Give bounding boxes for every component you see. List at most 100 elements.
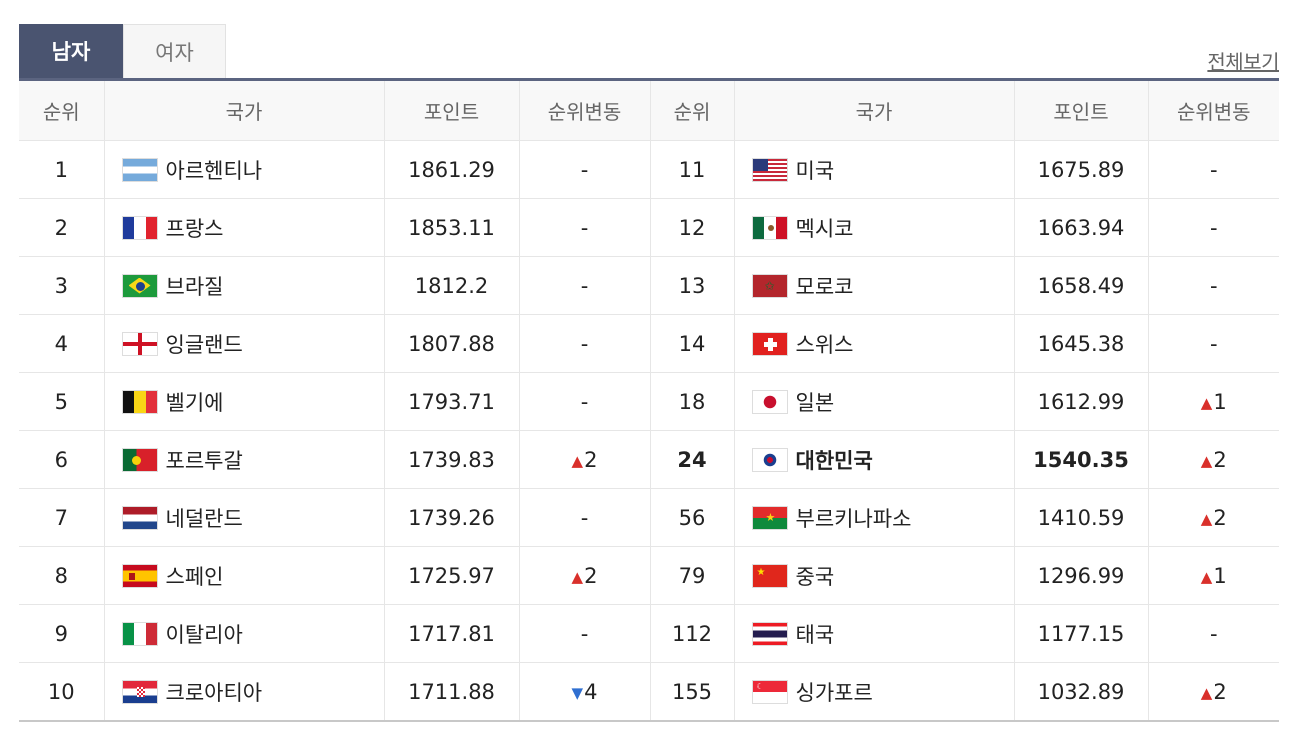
table-row: 7 네덜란드 1739.26-56 ★ 부르키나파소 1410.59 ▲2 [19,488,1279,547]
rank-cell: 12 [650,198,735,257]
china-flag-icon: ★ [751,563,788,588]
italy-flag-icon [121,621,158,646]
rank-cell: 2 [19,198,105,257]
rank-change-cell: ▲2 [519,430,651,489]
rank-change-cell: - [519,140,651,199]
col-rank: 순위 [19,81,105,141]
country-name: 모로코 [795,274,854,299]
country-name: 대한민국 [795,448,873,473]
rank-change-cell: ▲2 [1148,662,1279,722]
country-cell[interactable]: 스페인 [104,546,385,605]
rank-change-cell: ▲2 [1148,430,1279,489]
country-name: 아르헨티나 [165,158,263,183]
points-cell: 1717.81 [384,604,520,663]
points-cell: 1812.2 [384,256,520,315]
country-cell[interactable]: 스위스 [734,314,1015,373]
country-name: 일본 [795,390,835,415]
rank-change-cell: ▲2 [1148,488,1279,547]
col-points: 포인트 [1014,81,1149,141]
country-name: 미국 [795,158,835,183]
tab-women[interactable]: 여자 [123,24,226,78]
rank-change-value: - [580,389,589,414]
country-name: 벨기에 [165,390,224,415]
rank-change-value: - [580,273,589,298]
country-cell[interactable]: 잉글랜드 [104,314,385,373]
country-cell[interactable]: ★ 부르키나파소 [734,488,1015,547]
points-cell: 1296.99 [1014,546,1149,605]
tab-men[interactable]: 남자 [19,24,123,78]
rank-change-cell: ▼4 [519,662,651,722]
rank-cell: 14 [650,314,735,373]
netherlands-flag-icon [121,505,158,530]
points-cell: 1540.35 [1014,430,1149,489]
table-row: 10 크로아티아 1711.88 ▼4 155 ☾ 싱가포르 1032.89 ▲2 [19,662,1279,722]
england-flag-icon [121,331,158,356]
col-rank-change: 순위변동 [1148,81,1279,141]
rank-change-cell: - [1148,604,1279,663]
mexico-flag-icon [751,215,788,240]
rank-cell: 6 [19,430,105,489]
points-cell: 1410.59 [1014,488,1149,547]
country-name: 네덜란드 [165,506,243,531]
country-cell[interactable]: 프랑스 [104,198,385,257]
country-name: 스위스 [795,332,854,357]
usa-flag-icon [751,157,788,182]
country-cell[interactable]: 대한민국 [734,430,1015,489]
rank-cell: 9 [19,604,105,663]
arrow-up-icon: ▲ [1200,451,1213,470]
rank-change-value: 2 [1213,505,1227,530]
points-cell: 1177.15 [1014,604,1149,663]
country-cell[interactable]: 아르헨티나 [104,140,385,199]
rank-change-value: - [1209,215,1218,240]
col-rank-change: 순위변동 [519,81,651,141]
col-points: 포인트 [384,81,520,141]
points-cell: 1658.49 [1014,256,1149,315]
country-cell[interactable]: 포르투갈 [104,430,385,489]
table-row: 5 벨기에 1793.71-18 일본 1612.99 ▲1 [19,372,1279,431]
country-cell[interactable]: 벨기에 [104,372,385,431]
rank-change-value: - [580,157,589,182]
view-all-link[interactable]: 전체보기 [1207,46,1279,75]
spain-flag-icon [121,563,158,588]
croatia-flag-icon [121,679,158,704]
country-cell[interactable]: ✩ 모로코 [734,256,1015,315]
points-cell: 1645.38 [1014,314,1149,373]
points-cell: 1807.88 [384,314,520,373]
country-cell[interactable]: ☾ 싱가포르 [734,662,1015,722]
country-cell[interactable]: 이탈리아 [104,604,385,663]
rank-change-value: 2 [584,563,598,588]
thailand-flag-icon [751,621,788,646]
points-cell: 1663.94 [1014,198,1149,257]
rank-change-value: - [1209,331,1218,356]
rank-cell: 7 [19,488,105,547]
rank-cell: 8 [19,546,105,605]
rank-change-cell: - [519,256,651,315]
rank-change-cell: - [1148,256,1279,315]
country-cell[interactable]: 크로아티아 [104,662,385,722]
country-name: 싱가포르 [795,680,873,705]
rank-change-cell: - [519,372,651,431]
table-row: 6 포르투갈 1739.83 ▲2 24 대한민국 1540.35 ▲2 [19,430,1279,489]
country-cell[interactable]: 태국 [734,604,1015,663]
rank-change-cell: - [519,604,651,663]
rank-cell: 4 [19,314,105,373]
rank-change-value: 1 [1213,389,1227,414]
country-cell[interactable]: 멕시코 [734,198,1015,257]
country-cell[interactable]: ★ 중국 [734,546,1015,605]
country-name: 태국 [795,622,835,647]
country-name: 스페인 [165,564,224,589]
country-cell[interactable]: 일본 [734,372,1015,431]
rank-change-cell: ▲1 [1148,372,1279,431]
country-name: 부르키나파소 [795,506,912,531]
rank-cell: 5 [19,372,105,431]
rank-change-cell: ▲1 [1148,546,1279,605]
col-rank: 순위 [650,81,735,141]
arrow-down-icon: ▼ [571,683,584,702]
arrow-up-icon: ▲ [571,567,584,586]
country-name: 프랑스 [165,216,224,241]
rank-change-value: - [1209,157,1218,182]
country-name: 중국 [795,564,835,589]
country-cell[interactable]: 미국 [734,140,1015,199]
country-cell[interactable]: 네덜란드 [104,488,385,547]
country-cell[interactable]: 브라질 [104,256,385,315]
